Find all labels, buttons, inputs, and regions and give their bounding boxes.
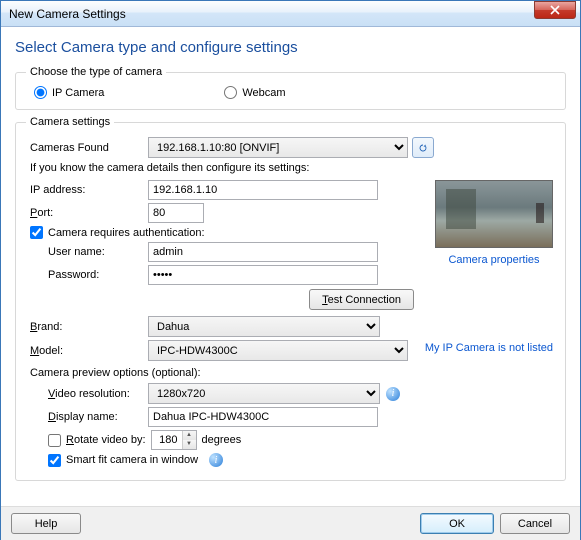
info-icon[interactable]: i bbox=[209, 453, 223, 467]
rotate-suffix: degrees bbox=[202, 434, 242, 446]
radio-ip-camera[interactable]: IP Camera bbox=[34, 86, 104, 99]
password-input[interactable] bbox=[148, 265, 378, 285]
auth-label: Camera requires authentication: bbox=[48, 227, 205, 239]
radio-ip-camera-label: IP Camera bbox=[52, 87, 104, 99]
rotate-spinner[interactable]: ▲▼ bbox=[151, 430, 197, 450]
brand-label: Brand: bbox=[26, 321, 148, 333]
cameras-found-select[interactable]: 192.168.1.10:80 [ONVIF] bbox=[148, 137, 408, 158]
camera-properties-link[interactable]: Camera properties bbox=[433, 254, 555, 266]
test-connection-button[interactable]: Test Connection bbox=[309, 289, 414, 310]
port-label: Port: bbox=[26, 207, 148, 219]
radio-ip-camera-input[interactable] bbox=[34, 86, 47, 99]
rotate-label: Rotate video by: bbox=[66, 434, 146, 446]
hint-text: If you know the camera details then conf… bbox=[30, 162, 555, 174]
refresh-button[interactable] bbox=[412, 137, 434, 158]
titlebar: New Camera Settings bbox=[1, 1, 580, 27]
radio-webcam[interactable]: Webcam bbox=[224, 86, 285, 99]
radio-webcam-label: Webcam bbox=[242, 87, 285, 99]
auth-checkbox[interactable] bbox=[30, 226, 43, 239]
rotate-checkbox[interactable] bbox=[48, 434, 61, 447]
ip-label: IP address: bbox=[26, 184, 148, 196]
username-label: User name: bbox=[26, 246, 148, 258]
window-title: New Camera Settings bbox=[9, 7, 126, 21]
camera-settings-group: Camera settings Cameras Found 192.168.1.… bbox=[15, 116, 566, 481]
close-button[interactable] bbox=[534, 1, 576, 19]
cameras-found-label: Cameras Found bbox=[26, 142, 148, 154]
display-name-label: Display name: bbox=[26, 411, 148, 423]
display-name-input[interactable] bbox=[148, 407, 378, 427]
brand-select[interactable]: Dahua bbox=[148, 316, 380, 337]
close-icon bbox=[550, 5, 560, 15]
camera-type-legend: Choose the type of camera bbox=[26, 66, 166, 78]
cancel-button[interactable]: Cancel bbox=[500, 513, 570, 534]
model-select[interactable]: IPC-HDW4300C bbox=[148, 340, 408, 361]
page-heading: Select Camera type and configure setting… bbox=[15, 39, 566, 56]
smartfit-label: Smart fit camera in window bbox=[66, 454, 198, 466]
username-input[interactable] bbox=[148, 242, 378, 262]
model-label: Model: bbox=[26, 345, 148, 357]
video-res-label: Video resolution: bbox=[26, 388, 148, 400]
ip-input[interactable] bbox=[148, 180, 378, 200]
refresh-icon bbox=[419, 141, 427, 155]
rotate-value-input[interactable] bbox=[152, 431, 182, 449]
smartfit-checkbox[interactable] bbox=[48, 454, 61, 467]
video-res-select[interactable]: 1280x720 bbox=[148, 383, 380, 404]
camera-preview-thumbnail bbox=[435, 180, 553, 248]
spinner-up[interactable]: ▲ bbox=[183, 431, 196, 440]
camera-settings-legend: Camera settings bbox=[26, 116, 114, 128]
spinner-down[interactable]: ▼ bbox=[183, 440, 196, 449]
ok-button[interactable]: OK bbox=[420, 513, 494, 534]
info-icon[interactable]: i bbox=[386, 387, 400, 401]
bottom-button-bar: Help OK Cancel bbox=[1, 506, 580, 540]
preview-options-heading: Camera preview options (optional): bbox=[30, 367, 555, 379]
port-input[interactable] bbox=[148, 203, 204, 223]
radio-webcam-input[interactable] bbox=[224, 86, 237, 99]
camera-type-group: Choose the type of camera IP Camera Webc… bbox=[15, 66, 566, 110]
camera-not-listed-link[interactable]: My IP Camera is not listed bbox=[425, 342, 553, 354]
password-label: Password: bbox=[26, 269, 148, 281]
help-button[interactable]: Help bbox=[11, 513, 81, 534]
